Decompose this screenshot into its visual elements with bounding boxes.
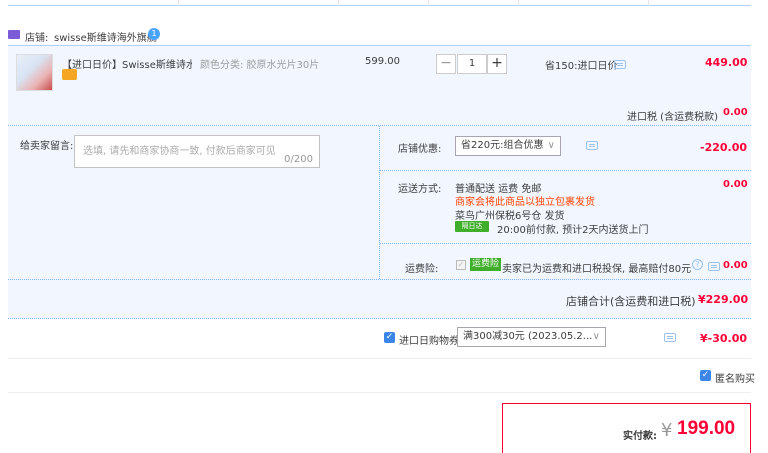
payment-currency: ¥	[661, 420, 673, 441]
quantity-minus-button[interactable]: −	[436, 54, 456, 74]
shipping-label: 运送方式:	[398, 184, 442, 195]
chevron-down-icon: ∨	[547, 140, 555, 151]
insurance-text: 卖家已为运费和进口税投保, 最高赔付80元	[502, 264, 692, 275]
coupon-row-bottom	[8, 358, 751, 359]
shop-discount-selected: 省220元:组合优惠	[461, 140, 544, 151]
quantity-stepper: − 1 +	[436, 54, 508, 74]
options-divider-h1	[380, 170, 751, 171]
store-label: 店铺:	[25, 33, 49, 44]
coupon-checkbox[interactable]: ✓	[384, 332, 395, 343]
chat-icon[interactable]	[708, 262, 721, 271]
item-total: 449.00	[705, 56, 748, 69]
coupon-value: ¥-30.00	[700, 332, 748, 345]
coupon-selected: 满300减30元 (2023.05.2...	[463, 331, 593, 342]
shipping-note: 商家会将此商品以独立包裹发货	[455, 197, 595, 208]
import-tax-value: 0.00	[723, 107, 748, 118]
unit-price: 599.00	[365, 56, 400, 67]
table-header-line	[8, 0, 751, 6]
shop-discount-select[interactable]: 省220元:组合优惠 ∨	[455, 136, 561, 156]
insurance-checkbox[interactable]: ✓	[456, 260, 466, 270]
chat-icon[interactable]	[586, 141, 599, 150]
shop-total-value: ¥229.00	[698, 293, 749, 306]
anonymous-label: 匿名购买	[715, 374, 755, 385]
help-icon[interactable]: ?	[692, 259, 703, 270]
store-icon	[8, 30, 20, 39]
store-row: 店铺: swisse斯维诗海外旗舰 1	[8, 28, 408, 44]
coupon-select[interactable]: 满300减30元 (2023.05.2... ∨	[457, 327, 606, 347]
warehouse-text: 菜鸟广州保税6号仓 发货	[455, 211, 565, 222]
card-icon	[62, 69, 77, 80]
product-thumbnail[interactable]	[16, 54, 53, 91]
message-label: 给卖家留言:	[20, 141, 74, 152]
store-name[interactable]: swisse斯维诗海外旗舰	[54, 29, 157, 44]
quantity-plus-button[interactable]: +	[487, 54, 507, 74]
message-placeholder: 选填, 请先和商家协商一致, 付款后商家可见	[83, 146, 276, 157]
delivery-estimate: 20:00前付款, 预计2天内送货上门	[497, 225, 649, 236]
payment-label: 实付款:	[623, 431, 657, 442]
item-discount: 省150:进口日价	[545, 61, 618, 72]
shipping-value: 0.00	[723, 179, 748, 190]
coupon-label: 进口日购物券	[399, 336, 459, 347]
chevron-down-icon: ∨	[592, 331, 600, 342]
coupon-row-separator	[8, 318, 751, 319]
product-title[interactable]: 【进口日价】Swisse斯维诗水...	[62, 56, 192, 71]
payment-amount: 199.00	[677, 418, 736, 439]
product-spec: 颜色分类: 胶原水光片30片	[200, 60, 320, 71]
next-day-tag: 隔日达	[455, 221, 489, 232]
service-badge-icon[interactable]: 1	[148, 28, 160, 40]
shop-discount-value: -220.00	[700, 141, 748, 154]
message-textarea[interactable]: 选填, 请先和商家协商一致, 付款后商家可见 0/200	[74, 135, 320, 168]
insurance-value: 0.00	[723, 260, 748, 271]
insurance-badge: 运费险	[470, 258, 502, 271]
insurance-label: 运费险:	[405, 264, 439, 275]
payment-divider	[8, 392, 751, 393]
chat-icon[interactable]	[614, 60, 626, 69]
quantity-input[interactable]: 1	[457, 54, 487, 74]
options-divider-h3	[8, 279, 751, 280]
shop-discount-label: 店铺优惠:	[398, 144, 442, 155]
options-divider-h2	[380, 243, 751, 244]
message-counter: 0/200	[284, 154, 313, 165]
options-divider	[379, 126, 380, 279]
anonymous-checkbox[interactable]: ✓	[700, 370, 711, 381]
shop-total-label: 店铺合计(含运费和进口税)	[566, 295, 696, 308]
import-tax-label: 进口税 (含运费税款)	[627, 112, 718, 123]
chat-icon[interactable]	[663, 333, 676, 342]
